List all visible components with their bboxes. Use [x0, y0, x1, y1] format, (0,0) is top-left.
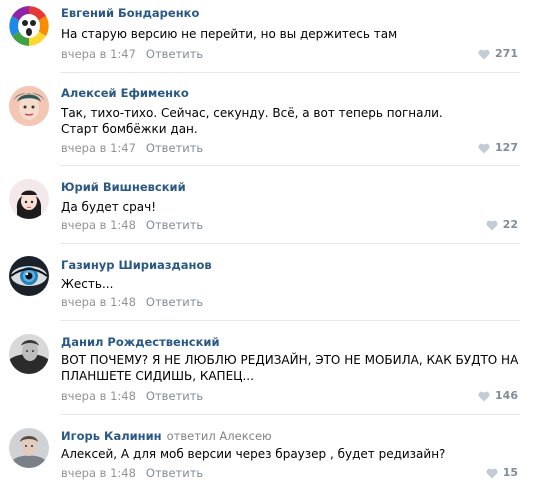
like-count: 127 [495, 141, 518, 154]
comment-time[interactable]: вчера в 1:47 [61, 141, 136, 155]
avatar[interactable] [9, 428, 49, 468]
comment-text: Да будет срач! [61, 200, 156, 214]
comment-divider [60, 165, 520, 166]
avatar[interactable] [9, 86, 49, 126]
author-name[interactable]: Газинур Шириазданов [61, 258, 212, 272]
like-count: 146 [495, 389, 518, 402]
reply-to-link[interactable]: ответил Алексею [167, 429, 272, 443]
comment-time[interactable]: вчера в 1:48 [61, 389, 136, 403]
author-line: Юрий Вишневский [61, 180, 186, 194]
comment-meta: вчера в 1:47 Ответить [61, 141, 203, 155]
comment-text: Жесть... [61, 277, 114, 291]
author-name[interactable]: Алексей Ефименко [61, 86, 189, 100]
comment-meta: вчера в 1:48 Ответить [61, 466, 203, 480]
comment-text: Так, тихо-тихо. Сейчас, секунду. Всё, а … [61, 106, 443, 136]
comment-time[interactable]: вчера в 1:47 [61, 47, 136, 61]
comment-divider [60, 243, 520, 244]
heart-icon [478, 391, 490, 401]
comment-divider [60, 72, 520, 73]
like-count: 15 [502, 466, 518, 479]
comment-meta: вчера в 1:47 Ответить [61, 47, 203, 61]
comment-item: Данил Рождественский ВОТ ПОЧЕМУ? Я НЕ ЛЮ… [0, 328, 538, 413]
author-line: Игорь Калинин ответил Алексею [61, 429, 272, 443]
heart-icon [478, 49, 490, 59]
heart-icon [486, 220, 498, 230]
avatar[interactable] [9, 256, 49, 296]
comment-text: На старую версию не перейти, но вы держи… [61, 27, 398, 41]
author-name[interactable]: Данил Рождественский [61, 335, 220, 349]
author-line: Алексей Ефименко [61, 86, 189, 100]
comment-item: Игорь Калинин ответил Алексею Алексей, А … [0, 420, 538, 492]
comment-time[interactable]: вчера в 1:48 [61, 218, 136, 232]
reply-button[interactable]: Ответить [146, 466, 203, 480]
like-count: 22 [502, 218, 518, 231]
comment-text: Алексей, А для моб версии через браузер … [61, 447, 446, 461]
avatar[interactable] [9, 6, 49, 46]
reply-button[interactable]: Ответить [146, 47, 203, 61]
heart-icon [486, 468, 498, 478]
author-name[interactable]: Игорь Калинин [61, 429, 162, 443]
like-count: 271 [495, 47, 518, 60]
comments-feed: Евгений Бондаренко На старую версию не п… [0, 0, 538, 492]
reply-button[interactable]: Ответить [146, 141, 203, 155]
comment-meta: вчера в 1:48 Ответить [61, 218, 203, 232]
reply-button[interactable]: Ответить [146, 218, 203, 232]
like-button[interactable]: 22 [486, 218, 518, 232]
reply-button[interactable]: Ответить [146, 295, 203, 309]
author-name[interactable]: Юрий Вишневский [61, 180, 186, 194]
comment-item: Газинур Шириазданов Жесть... вчера в 1:4… [0, 250, 538, 320]
author-line: Данил Рождественский [61, 335, 220, 349]
comment-time[interactable]: вчера в 1:48 [61, 466, 136, 480]
avatar[interactable] [9, 179, 49, 219]
comment-meta: вчера в 1:48 Ответить [61, 389, 203, 403]
comment-time[interactable]: вчера в 1:48 [61, 295, 136, 309]
comment-item: Евгений Бондаренко На старую версию не п… [0, 0, 538, 80]
reply-button[interactable]: Ответить [146, 389, 203, 403]
author-line: Евгений Бондаренко [61, 6, 199, 20]
author-name[interactable]: Евгений Бондаренко [61, 6, 199, 20]
comment-item: Алексей Ефименко Так, тихо-тихо. Сейчас,… [0, 80, 538, 165]
like-button[interactable]: 127 [478, 141, 518, 155]
like-button[interactable]: 146 [478, 389, 518, 403]
comment-item: Юрий Вишневский Да будет срач! вчера в 1… [0, 172, 538, 242]
avatar[interactable] [9, 334, 49, 374]
comment-divider [60, 414, 520, 415]
heart-icon [478, 143, 490, 153]
comment-divider [60, 320, 520, 321]
author-line: Газинур Шириазданов [61, 258, 212, 272]
like-button[interactable]: 271 [478, 47, 518, 61]
comment-meta: вчера в 1:48 Ответить [61, 295, 203, 309]
comment-text: ВОТ ПОЧЕМУ? Я НЕ ЛЮБЛЮ РЕДИЗАЙН, ЭТО НЕ … [61, 353, 519, 383]
like-button[interactable]: 15 [486, 466, 518, 480]
